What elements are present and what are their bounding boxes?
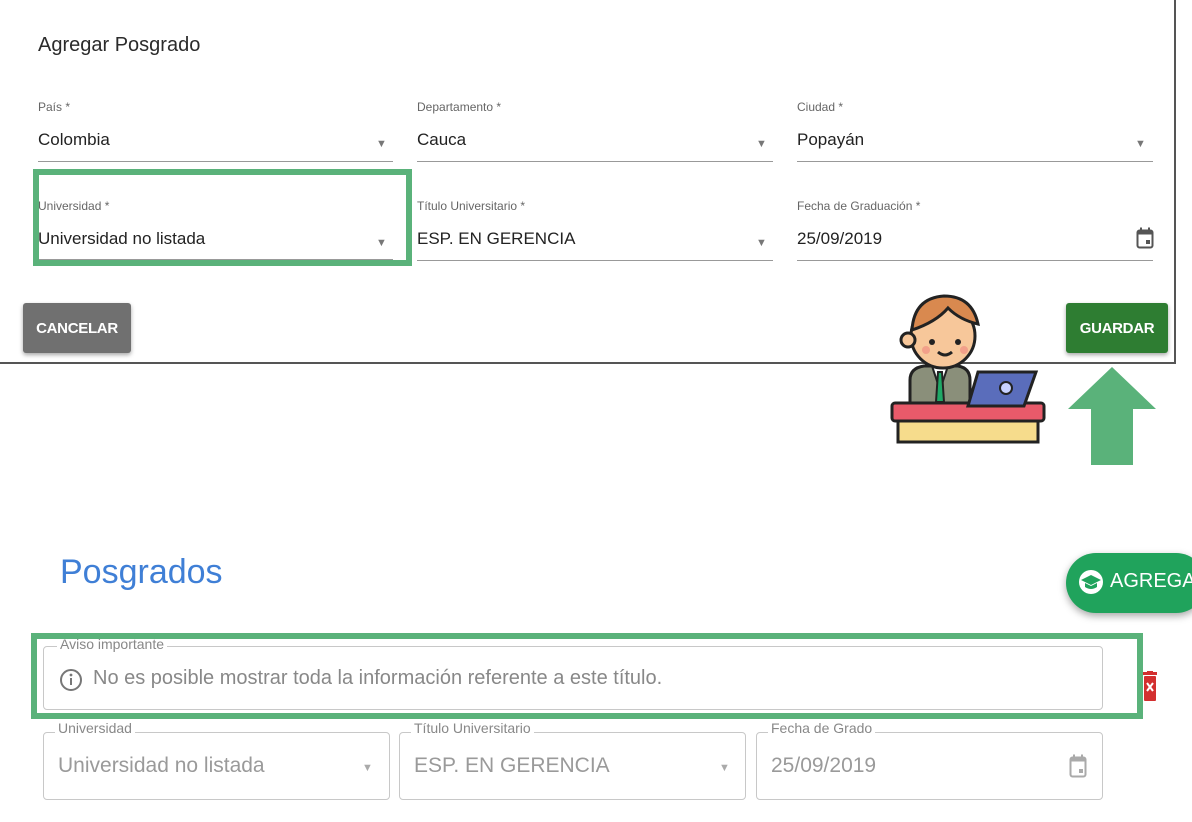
record-fecha-label: Fecha de Grado [768,720,876,736]
titulo-select[interactable]: ESP. EN GERENCIA [417,229,575,249]
titulo-underline [417,260,773,261]
calendar-icon[interactable] [1136,227,1154,249]
dialog-title: Agregar Posgrado [38,34,201,56]
office-worker-illustration [888,290,1048,450]
arrow-up-icon [1066,365,1158,467]
trash-icon[interactable] [1140,671,1160,708]
record-titulo-value: ESP. EN GERENCIA [414,754,610,777]
chevron-down-icon[interactable]: ▼ [376,138,387,150]
dialog-border [1174,0,1176,362]
record-universidad-value: Universidad no listada [58,754,265,777]
fecha-input[interactable]: 25/09/2019 [797,229,882,249]
titulo-label: Título Universitario * [417,199,526,213]
fecha-label: Fecha de Graduación * [797,199,921,213]
chevron-down-icon[interactable]: ▼ [756,138,767,150]
record-titulo-label: Título Universitario [411,720,534,736]
chevron-down-icon[interactable]: ▼ [1135,138,1146,150]
chevron-down-icon: ▼ [362,762,373,774]
pais-label: País * [38,100,71,114]
ciudad-underline [797,161,1153,162]
pais-select[interactable]: Colombia [38,130,110,150]
add-button-label: AGREGAR [1110,570,1192,592]
departamento-label: Departamento * [417,100,502,114]
departamento-underline [417,161,773,162]
cancel-button[interactable]: CANCELAR [23,303,131,353]
ciudad-label: Ciudad * [797,100,844,114]
departamento-select[interactable]: Cauca [417,130,466,150]
save-button[interactable]: GUARDAR [1066,303,1168,353]
posgrados-title: Posgrados [60,553,223,591]
record-fecha-value: 25/09/2019 [771,754,877,777]
notice-highlight [31,633,1143,719]
universidad-highlight [33,169,412,266]
graduation-cap-icon [1078,569,1104,600]
ciudad-select[interactable]: Popayán [797,130,864,150]
calendar-icon [1069,754,1087,778]
chevron-down-icon[interactable]: ▼ [756,237,767,249]
chevron-down-icon: ▼ [719,762,730,774]
pais-underline [38,161,393,162]
record-universidad-label: Universidad [55,720,135,736]
fecha-underline [797,260,1153,261]
